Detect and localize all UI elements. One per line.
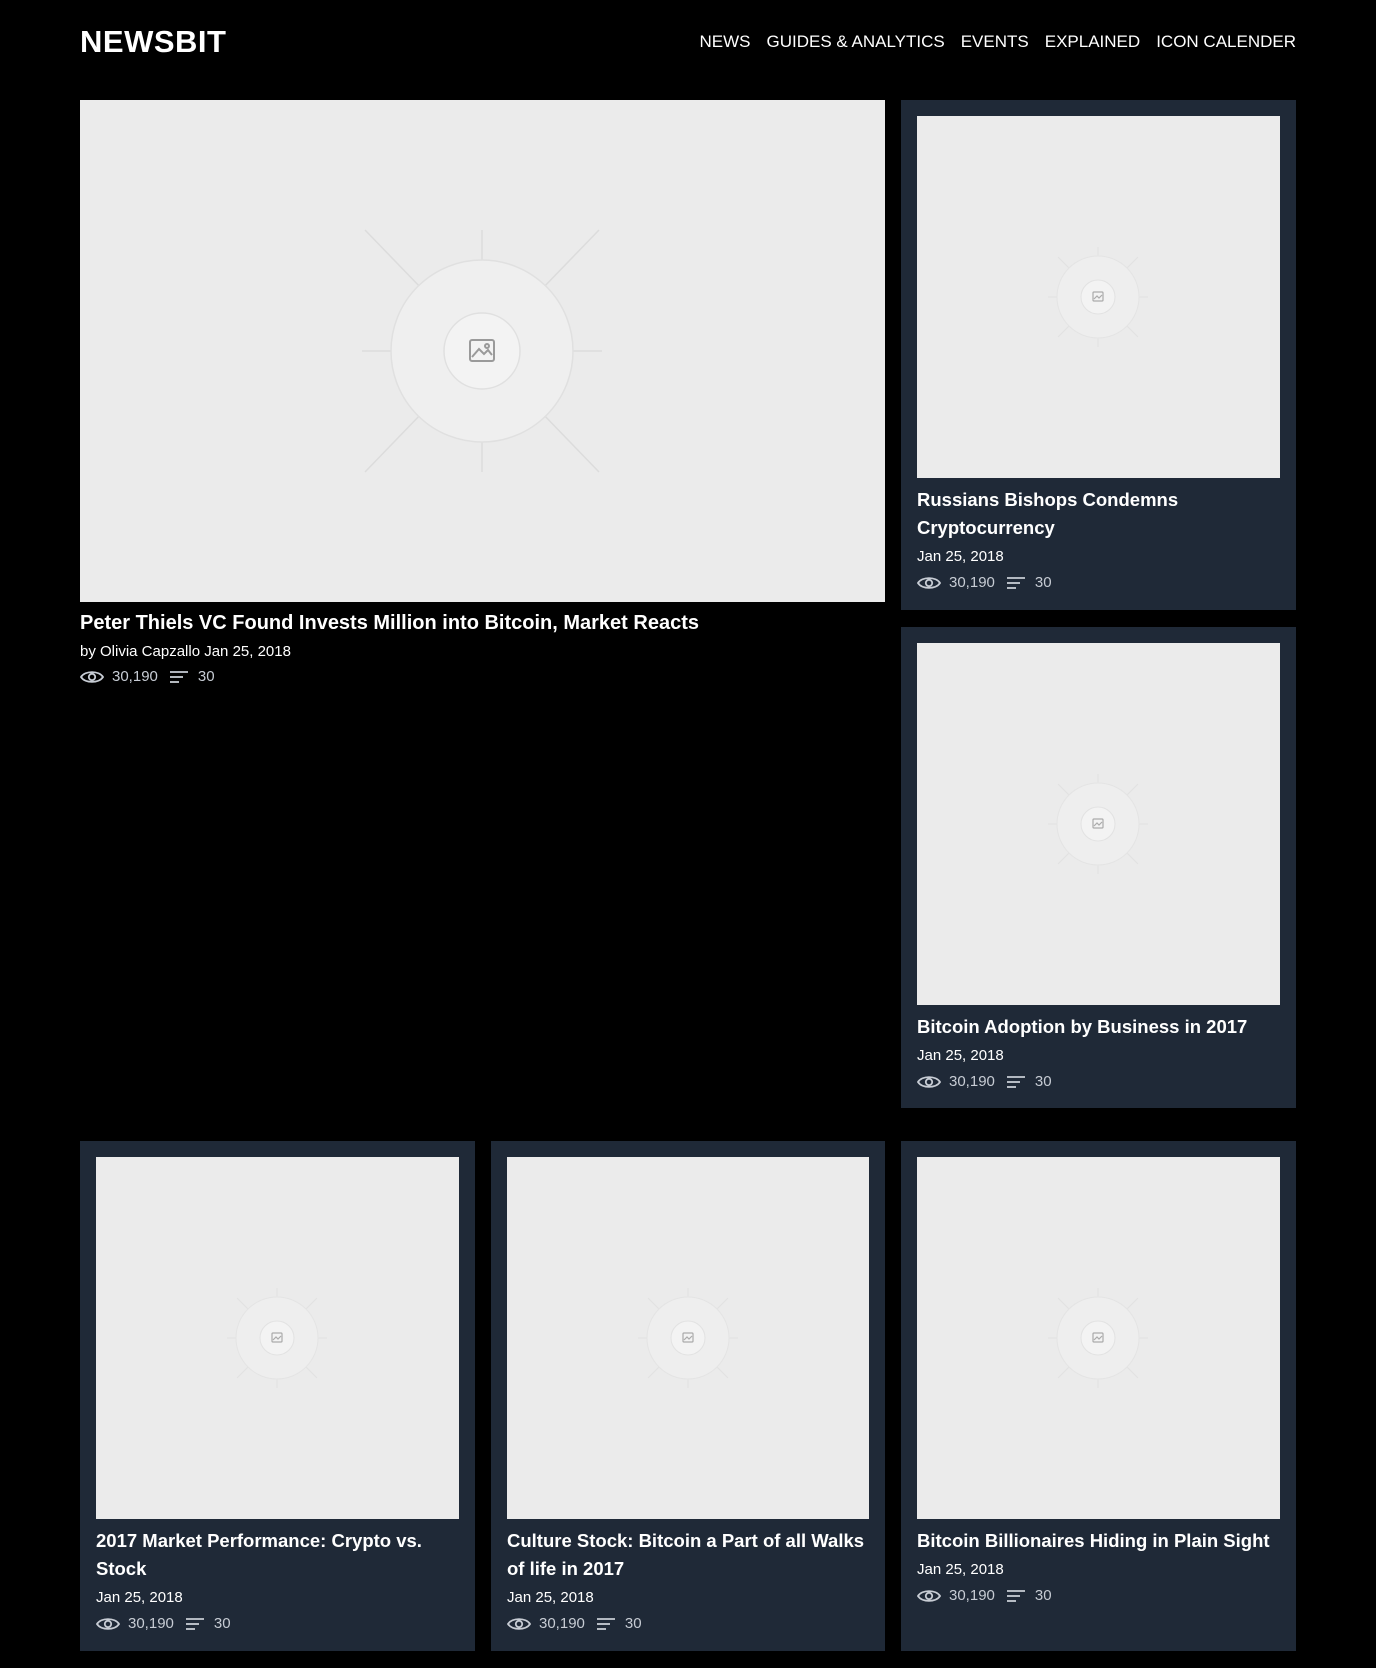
card-stats: 30,190 30 [917, 574, 1052, 591]
article-card[interactable]: 2017 Market Performance: Crypto vs. Stoc… [80, 1141, 475, 1651]
card-stats: 30,190 30 [96, 1615, 231, 1632]
lines-icon [595, 1616, 617, 1632]
image-placeholder-icon [1048, 247, 1148, 347]
views-count: 30,190 [949, 1587, 995, 1604]
site-header: NEWSBIT NEWS GUIDES & ANALYTICS EVENTS E… [80, 0, 1296, 84]
card-title[interactable]: Russians Bishops Condemns Cryptocurrency [917, 486, 1280, 542]
card-date: Jan 25, 2018 [507, 1589, 594, 1606]
eye-icon [917, 1588, 941, 1604]
views-count: 30,190 [128, 1615, 174, 1632]
image-placeholder-icon [1048, 774, 1148, 874]
comments-count: 30 [1034, 1073, 1052, 1090]
eye-icon [80, 669, 104, 685]
comments-count: 30 [1034, 1587, 1052, 1604]
card-title[interactable]: Culture Stock: Bitcoin a Part of all Wal… [507, 1527, 869, 1583]
card-stats: 30,190 30 [917, 1587, 1052, 1604]
views-count: 30,190 [949, 574, 995, 591]
card-title[interactable]: 2017 Market Performance: Crypto vs. Stoc… [96, 1527, 459, 1583]
views-count: 30,190 [539, 1615, 585, 1632]
lines-icon [1005, 575, 1027, 591]
card-title[interactable]: Bitcoin Adoption by Business in 2017 [917, 1013, 1280, 1041]
card-stats: 30,190 30 [917, 1073, 1052, 1090]
card-image[interactable] [917, 1157, 1280, 1519]
article-card[interactable]: Russians Bishops Condemns Cryptocurrency… [901, 100, 1296, 610]
image-placeholder-icon [362, 229, 602, 473]
lines-icon [1005, 1074, 1027, 1090]
lines-icon [184, 1616, 206, 1632]
nav-icon-calender[interactable]: ICON CALENDER [1156, 32, 1296, 52]
card-image[interactable] [96, 1157, 459, 1519]
hero-comments-count: 30 [197, 668, 215, 685]
hero-title[interactable]: Peter Thiels VC Found Invests Million in… [80, 612, 699, 635]
hero-image[interactable] [80, 100, 885, 602]
card-date: Jan 25, 2018 [917, 1047, 1004, 1064]
views-count: 30,190 [949, 1073, 995, 1090]
comments-count: 30 [213, 1615, 231, 1632]
eye-icon [507, 1616, 531, 1632]
site-logo[interactable]: NEWSBIT [80, 24, 226, 60]
image-placeholder-icon [1048, 1288, 1148, 1388]
card-image[interactable] [507, 1157, 869, 1519]
image-placeholder-icon [227, 1288, 327, 1388]
eye-icon [917, 575, 941, 591]
article-card[interactable]: Bitcoin Billionaires Hiding in Plain Sig… [901, 1141, 1296, 1651]
nav-guides-analytics[interactable]: GUIDES & ANALYTICS [766, 32, 944, 52]
card-image[interactable] [917, 643, 1280, 1005]
card-date: Jan 25, 2018 [917, 1561, 1004, 1578]
comments-count: 30 [1034, 574, 1052, 591]
nav-news[interactable]: NEWS [699, 32, 750, 52]
card-title[interactable]: Bitcoin Billionaires Hiding in Plain Sig… [917, 1527, 1280, 1555]
lines-icon [1005, 1588, 1027, 1604]
main-nav: NEWS GUIDES & ANALYTICS EVENTS EXPLAINED… [699, 32, 1296, 52]
hero-stats: 30,190 30 [80, 668, 215, 685]
hero-views-count: 30,190 [112, 668, 158, 685]
comments-count: 30 [624, 1615, 642, 1632]
card-image[interactable] [917, 116, 1280, 478]
card-date: Jan 25, 2018 [917, 548, 1004, 565]
hero-byline: by Olivia Capzallo Jan 25, 2018 [80, 643, 291, 660]
eye-icon [917, 1074, 941, 1090]
lines-icon [168, 669, 190, 685]
image-placeholder-icon [638, 1288, 738, 1388]
card-date: Jan 25, 2018 [96, 1589, 183, 1606]
article-card[interactable]: Bitcoin Adoption by Business in 2017 Jan… [901, 627, 1296, 1108]
nav-events[interactable]: EVENTS [961, 32, 1029, 52]
article-card[interactable]: Culture Stock: Bitcoin a Part of all Wal… [491, 1141, 885, 1651]
nav-explained[interactable]: EXPLAINED [1045, 32, 1140, 52]
eye-icon [96, 1616, 120, 1632]
card-stats: 30,190 30 [507, 1615, 642, 1632]
